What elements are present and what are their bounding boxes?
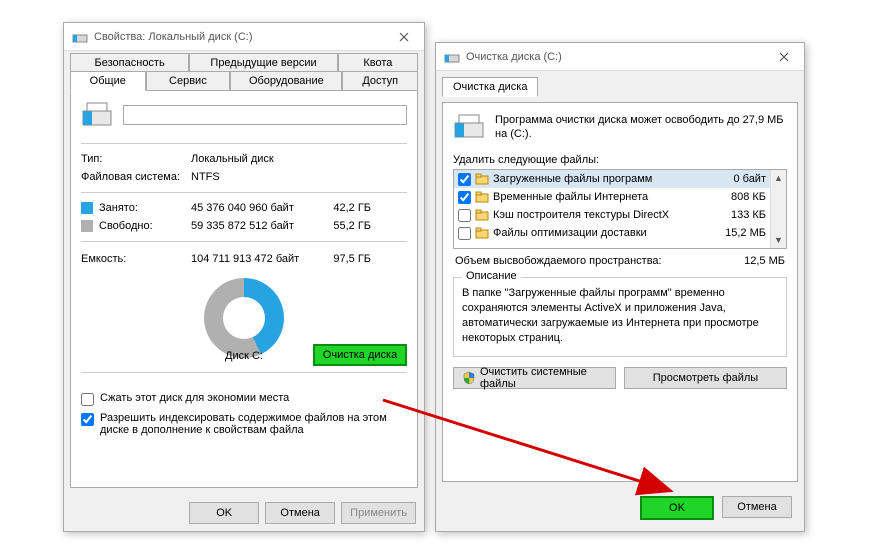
volume-name-input[interactable] [123, 105, 407, 125]
window-title: Свойства: Локальный диск (C:) [94, 31, 384, 43]
free-swatch [81, 220, 93, 232]
file-icon [475, 191, 489, 203]
disk-cleanup-window: Очистка диска (C:) Очистка диска Програм… [435, 42, 805, 532]
index-checkbox-row[interactable]: Разрешить индексировать содержимое файло… [81, 409, 407, 439]
general-pane: Тип: Локальный диск Файловая система: NT… [70, 90, 418, 488]
free-gb: 55,2 ГБ [321, 220, 371, 232]
close-button[interactable] [764, 43, 804, 71]
drive-icon-large [81, 101, 113, 129]
tab-quota[interactable]: Квота [338, 53, 418, 72]
tabs: Очистка диска [436, 71, 804, 96]
drive-icon [72, 29, 88, 45]
tab-security[interactable]: Безопасность [70, 53, 189, 72]
index-label: Разрешить индексировать содержимое файло… [100, 412, 407, 436]
dialog-footer: OK Отмена [436, 488, 804, 528]
index-checkbox[interactable] [81, 413, 94, 426]
file-checkbox[interactable] [458, 227, 471, 240]
description-title: Описание [462, 270, 521, 282]
file-name: Временные файлы Интернета [493, 191, 722, 203]
compress-checkbox[interactable] [81, 393, 94, 406]
ok-button[interactable]: OK [640, 496, 714, 520]
compress-label: Сжать этот диск для экономии места [100, 392, 289, 404]
type-label: Тип: [81, 153, 191, 165]
ok-button[interactable]: OK [189, 502, 259, 524]
file-list-row[interactable]: Временные файлы Интернета 808 КБ [454, 188, 786, 206]
scroll-up-icon[interactable]: ▲ [771, 170, 787, 186]
used-bytes: 45 376 040 960 байт [191, 202, 321, 214]
file-name: Файлы оптимизации доставки [493, 227, 722, 239]
type-value: Локальный диск [191, 153, 274, 165]
delete-files-label: Удалить следующие файлы: [453, 154, 787, 166]
used-gb: 42,2 ГБ [321, 202, 371, 214]
file-checkbox[interactable] [458, 209, 471, 222]
tabs-row-bottom: Общие Сервис Оборудование Доступ [64, 71, 424, 90]
free-bytes: 59 335 872 512 байт [191, 220, 321, 232]
fs-value: NTFS [191, 171, 220, 183]
properties-window: Свойства: Локальный диск (C:) Безопаснос… [63, 22, 425, 532]
file-list-row[interactable]: Файлы оптимизации доставки 15,2 МБ [454, 224, 786, 242]
file-checkbox[interactable] [458, 191, 471, 204]
cancel-button[interactable]: Отмена [722, 496, 792, 518]
capacity-bytes: 104 711 913 472 байт [191, 253, 321, 265]
disk-cleanup-button[interactable]: Очистка диска [313, 344, 407, 366]
compress-checkbox-row[interactable]: Сжать этот диск для экономии места [81, 389, 407, 409]
file-checkbox[interactable] [458, 173, 471, 186]
view-files-button[interactable]: Просмотреть файлы [624, 367, 787, 389]
file-list-row[interactable]: Загруженные файлы программ 0 байт [454, 170, 786, 188]
file-icon [475, 173, 489, 185]
used-swatch [81, 202, 93, 214]
file-name: Загруженные файлы программ [493, 173, 722, 185]
capacity-label: Емкость: [81, 253, 191, 265]
tabs-row-top: Безопасность Предыдущие версии Квота [64, 53, 424, 72]
description-text: В папке "Загруженные файлы программ" вре… [462, 286, 778, 348]
window-title: Очистка диска (C:) [466, 51, 764, 63]
file-name: Кэш построителя текстуры DirectX [493, 209, 722, 221]
drive-icon-large [453, 113, 485, 144]
titlebar[interactable]: Свойства: Локальный диск (C:) [64, 23, 424, 51]
capacity-gb: 97,5 ГБ [321, 253, 371, 265]
tab-general[interactable]: Общие [70, 71, 146, 91]
dialog-footer: OK Отмена Применить [64, 494, 424, 532]
tab-previous-versions[interactable]: Предыдущие версии [189, 53, 338, 72]
intro-text: Программа очистки диска может освободить… [495, 113, 787, 142]
freed-label: Объем высвобождаемого пространства: [455, 255, 662, 267]
clean-system-files-button[interactable]: Очистить системные файлы [453, 367, 616, 389]
fs-label: Файловая система: [81, 171, 191, 183]
file-list[interactable]: Загруженные файлы программ 0 байт Времен… [453, 169, 787, 249]
usage-chart [204, 278, 284, 358]
titlebar[interactable]: Очистка диска (C:) [436, 43, 804, 71]
freed-value: 12,5 МБ [744, 255, 785, 267]
file-icon [475, 227, 489, 239]
apply-button[interactable]: Применить [341, 502, 416, 524]
scrollbar[interactable]: ▲ ▼ [770, 170, 786, 248]
description-group: Описание В папке "Загруженные файлы прог… [453, 277, 787, 357]
shield-icon [462, 371, 476, 385]
used-label: Занято: [99, 202, 191, 214]
disk-label: Диск C: [225, 350, 263, 362]
scroll-down-icon[interactable]: ▼ [771, 232, 787, 248]
drive-icon [444, 49, 460, 65]
cleanup-pane: Программа очистки диска может освободить… [442, 102, 798, 482]
tab-tools[interactable]: Сервис [146, 71, 231, 90]
tab-cleanup[interactable]: Очистка диска [442, 77, 538, 97]
cancel-button[interactable]: Отмена [265, 502, 335, 524]
free-label: Свободно: [99, 220, 191, 232]
file-icon [475, 209, 489, 221]
tab-hardware[interactable]: Оборудование [230, 71, 342, 90]
file-list-row[interactable]: Кэш построителя текстуры DirectX 133 КБ [454, 206, 786, 224]
close-button[interactable] [384, 23, 424, 51]
tab-sharing[interactable]: Доступ [342, 71, 418, 90]
